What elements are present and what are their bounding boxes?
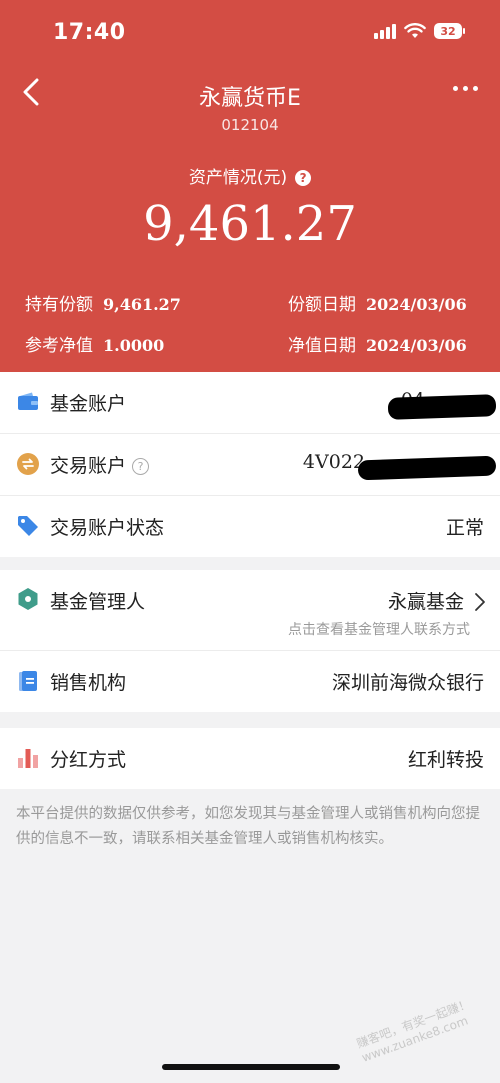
share-date: 份额日期 2024/03/06 <box>288 290 467 315</box>
dividend-value: 红利转投 <box>407 749 484 771</box>
more-menu-icon[interactable] <box>449 82 482 95</box>
wifi-icon <box>404 23 426 38</box>
nav-label: 参考净值 <box>25 336 93 356</box>
help-icon[interactable]: ? <box>295 170 312 186</box>
status-time: 17:40 <box>53 20 126 45</box>
management-section: 基金管理人 永赢基金 点击查看基金管理人联系方式 销售机构 深圳前海微众银行 <box>0 570 500 712</box>
account-status-value: 正常 <box>445 517 484 539</box>
fund-header: 17:40 32 永赢货币E 012104 资产情况(元)? 9,461.27 … <box>0 0 500 372</box>
signal-icon <box>374 23 396 39</box>
seller-value: 深圳前海微众银行 <box>331 672 484 694</box>
fund-code: 012104 <box>221 116 279 134</box>
fund-manager-value: 永赢基金 <box>387 591 464 613</box>
holding-value: 9,461.27 <box>103 295 181 314</box>
asset-label-text: 资产情况(元) <box>188 168 288 188</box>
share-date-label: 份额日期 <box>288 295 356 315</box>
seller-row: 销售机构 深圳前海微众银行 <box>0 651 500 712</box>
trade-account-value: 4V022 <box>302 451 365 473</box>
battery-icon: 32 <box>434 23 465 39</box>
exchange-icon <box>17 453 39 475</box>
fund-manager-label: 基金管理人 <box>50 591 146 613</box>
document-icon <box>19 671 37 691</box>
trade-account-label: 交易账户? <box>50 451 150 478</box>
hexagon-icon <box>18 588 38 610</box>
holding-label: 持有份额 <box>25 295 93 315</box>
nav-value: 1.0000 <box>103 336 165 355</box>
redaction-mark <box>357 455 497 481</box>
fund-account-label: 基金账户 <box>50 393 127 415</box>
disclaimer-text: 本平台提供的数据仅供参考，如您发现其与基金管理人或销售机构向您提供的信息不一致，… <box>16 806 480 847</box>
asset-label: 资产情况(元)? <box>0 163 500 188</box>
dividend-row: 分红方式 红利转投 <box>0 728 500 789</box>
tag-icon <box>18 516 38 536</box>
fund-account-row: 基金账户 04 <box>0 372 500 434</box>
seller-label: 销售机构 <box>50 672 127 694</box>
nav-date: 净值日期 2024/03/06 <box>288 331 467 356</box>
nav-date-value: 2024/03/06 <box>366 336 467 355</box>
holding-shares: 持有份额 9,461.27 <box>25 290 181 315</box>
bar-chart-icon <box>18 749 38 768</box>
page-title: 永赢货币E <box>199 86 301 111</box>
asset-value: 9,461.27 <box>143 196 357 252</box>
nav-date-label: 净值日期 <box>288 336 356 356</box>
wallet-icon <box>18 392 38 410</box>
account-status-label: 交易账户状态 <box>50 517 165 539</box>
trade-account-label-text: 交易账户 <box>50 455 127 477</box>
dividend-label: 分红方式 <box>50 749 127 771</box>
help-icon[interactable]: ? <box>132 458 150 475</box>
home-indicator[interactable] <box>162 1064 340 1070</box>
share-date-value: 2024/03/06 <box>366 295 467 314</box>
status-icons: 32 <box>374 23 465 39</box>
chevron-right-icon <box>475 593 485 611</box>
account-section: 基金账户 04 交易账户? 4V022 交易账户状态 正常 <box>0 372 500 557</box>
fund-manager-hint: 点击查看基金管理人联系方式 <box>288 622 470 638</box>
account-status-row: 交易账户状态 正常 <box>0 496 500 557</box>
redaction-mark <box>387 394 497 420</box>
reference-nav: 参考净值 1.0000 <box>25 331 164 356</box>
dividend-section: 分红方式 红利转投 <box>0 728 500 789</box>
watermark: 赚客吧，有奖一起赚！ www.zuanke8.com <box>354 996 473 1065</box>
trade-account-row: 交易账户? 4V022 <box>0 434 500 496</box>
fund-manager-row[interactable]: 基金管理人 永赢基金 点击查看基金管理人联系方式 <box>0 570 500 651</box>
